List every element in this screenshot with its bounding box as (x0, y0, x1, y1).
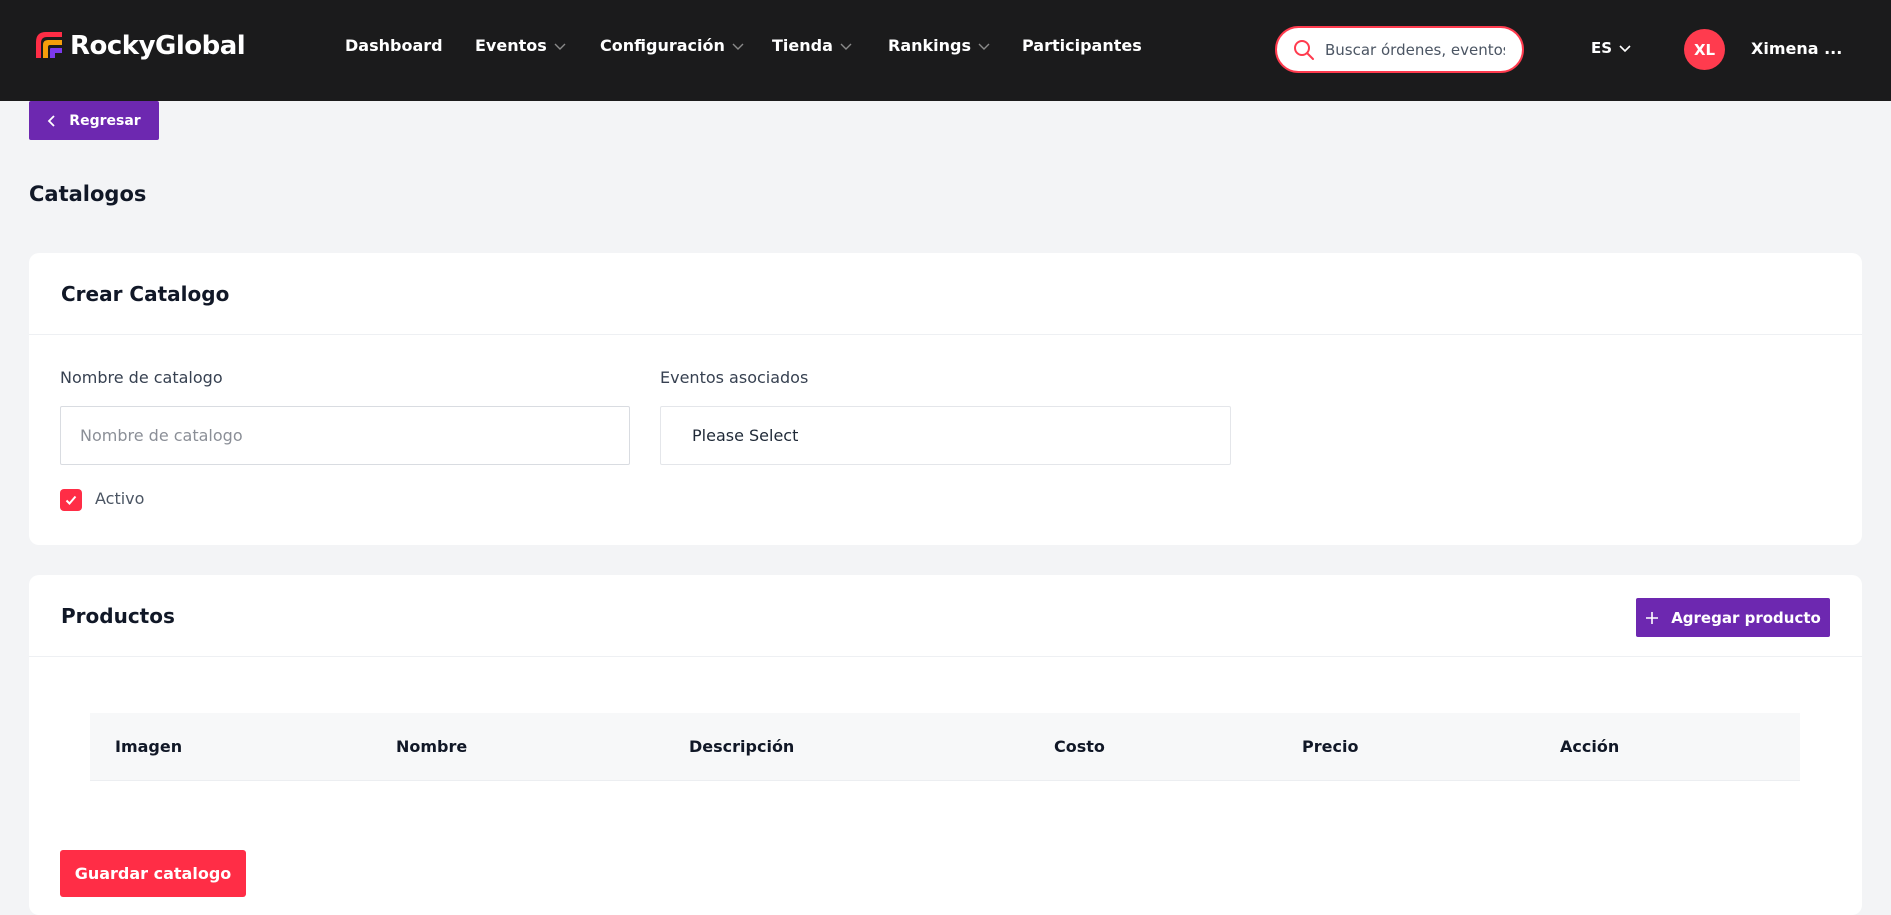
catalog-name-label: Nombre de catalogo (60, 368, 223, 387)
main-nav: Dashboard Eventos Configuración Tienda R… (345, 36, 1142, 55)
nav-item-tienda[interactable]: Tienda (772, 36, 888, 55)
language-selector[interactable]: ES (1591, 39, 1632, 57)
plus-icon (1646, 611, 1659, 624)
add-product-label: Agregar producto (1671, 608, 1821, 627)
search-icon (1294, 39, 1314, 60)
column-header-precio: Precio (1302, 737, 1359, 756)
active-checkbox[interactable] (60, 489, 82, 511)
chevron-down-icon (1619, 45, 1631, 53)
avatar-initials: XL (1693, 40, 1716, 59)
column-header-descripcion: Descripción (689, 737, 795, 756)
nav-item-label: Eventos (475, 36, 547, 55)
events-label: Eventos asociados (660, 368, 809, 387)
nav-item-label: Tienda (772, 36, 833, 55)
brand-logo[interactable]: RockyGlobal (34, 28, 246, 64)
events-select[interactable]: Please Select (660, 406, 1231, 465)
logo-mark-icon (34, 28, 66, 64)
card-title: Crear Catalogo (61, 281, 230, 306)
column-header-accion: Acción (1560, 737, 1620, 756)
events-select-value: Please Select (692, 426, 799, 445)
back-button[interactable]: Regresar (29, 101, 159, 140)
card-header: Crear Catalogo (29, 253, 1862, 335)
catalog-name-input[interactable] (60, 406, 630, 465)
language-label: ES (1591, 39, 1613, 57)
chevron-down-icon (840, 43, 852, 50)
top-navbar: RockyGlobal Dashboard Eventos Configurac… (0, 0, 1891, 101)
column-header-imagen: Imagen (115, 737, 183, 756)
avatar[interactable]: XL (1684, 29, 1725, 70)
brand-name: RockyGlobal (70, 31, 246, 61)
nav-item-rankings[interactable]: Rankings (888, 36, 1022, 55)
page-title: Catalogos (29, 182, 147, 206)
chevron-down-icon (554, 43, 566, 50)
column-header-costo: Costo (1054, 737, 1105, 756)
chevron-down-icon (978, 43, 990, 50)
nav-item-label: Dashboard (345, 36, 443, 55)
add-product-button[interactable]: Agregar producto (1636, 598, 1830, 637)
check-icon (65, 495, 77, 505)
nav-item-label: Participantes (1022, 36, 1142, 55)
card-title: Productos (61, 603, 175, 628)
nav-item-label: Rankings (888, 36, 971, 55)
back-button-label: Regresar (69, 112, 141, 129)
products-table-header: Imagen Nombre Descripción Costo Precio A… (90, 713, 1800, 781)
user-name[interactable]: Ximena ... (1751, 39, 1842, 58)
save-catalog-button[interactable]: Guardar catalogo (60, 850, 246, 897)
nav-item-label: Configuración (600, 36, 725, 55)
nav-item-participantes[interactable]: Participantes (1022, 36, 1142, 55)
active-checkbox-label[interactable]: Activo (95, 489, 144, 508)
nav-item-eventos[interactable]: Eventos (475, 36, 600, 55)
chevron-down-icon (732, 43, 744, 50)
create-catalog-card: Crear Catalogo Nombre de catalogo Evento… (29, 253, 1862, 545)
card-header: Productos Agregar producto (29, 575, 1862, 657)
search-box[interactable] (1275, 26, 1524, 73)
column-header-nombre: Nombre (396, 737, 468, 756)
products-card: Productos Agregar producto Imagen Nombre… (29, 575, 1862, 915)
nav-item-configuracion[interactable]: Configuración (600, 36, 772, 55)
search-input[interactable] (1325, 40, 1505, 59)
nav-item-dashboard[interactable]: Dashboard (345, 36, 475, 55)
chevron-left-icon (48, 114, 55, 127)
